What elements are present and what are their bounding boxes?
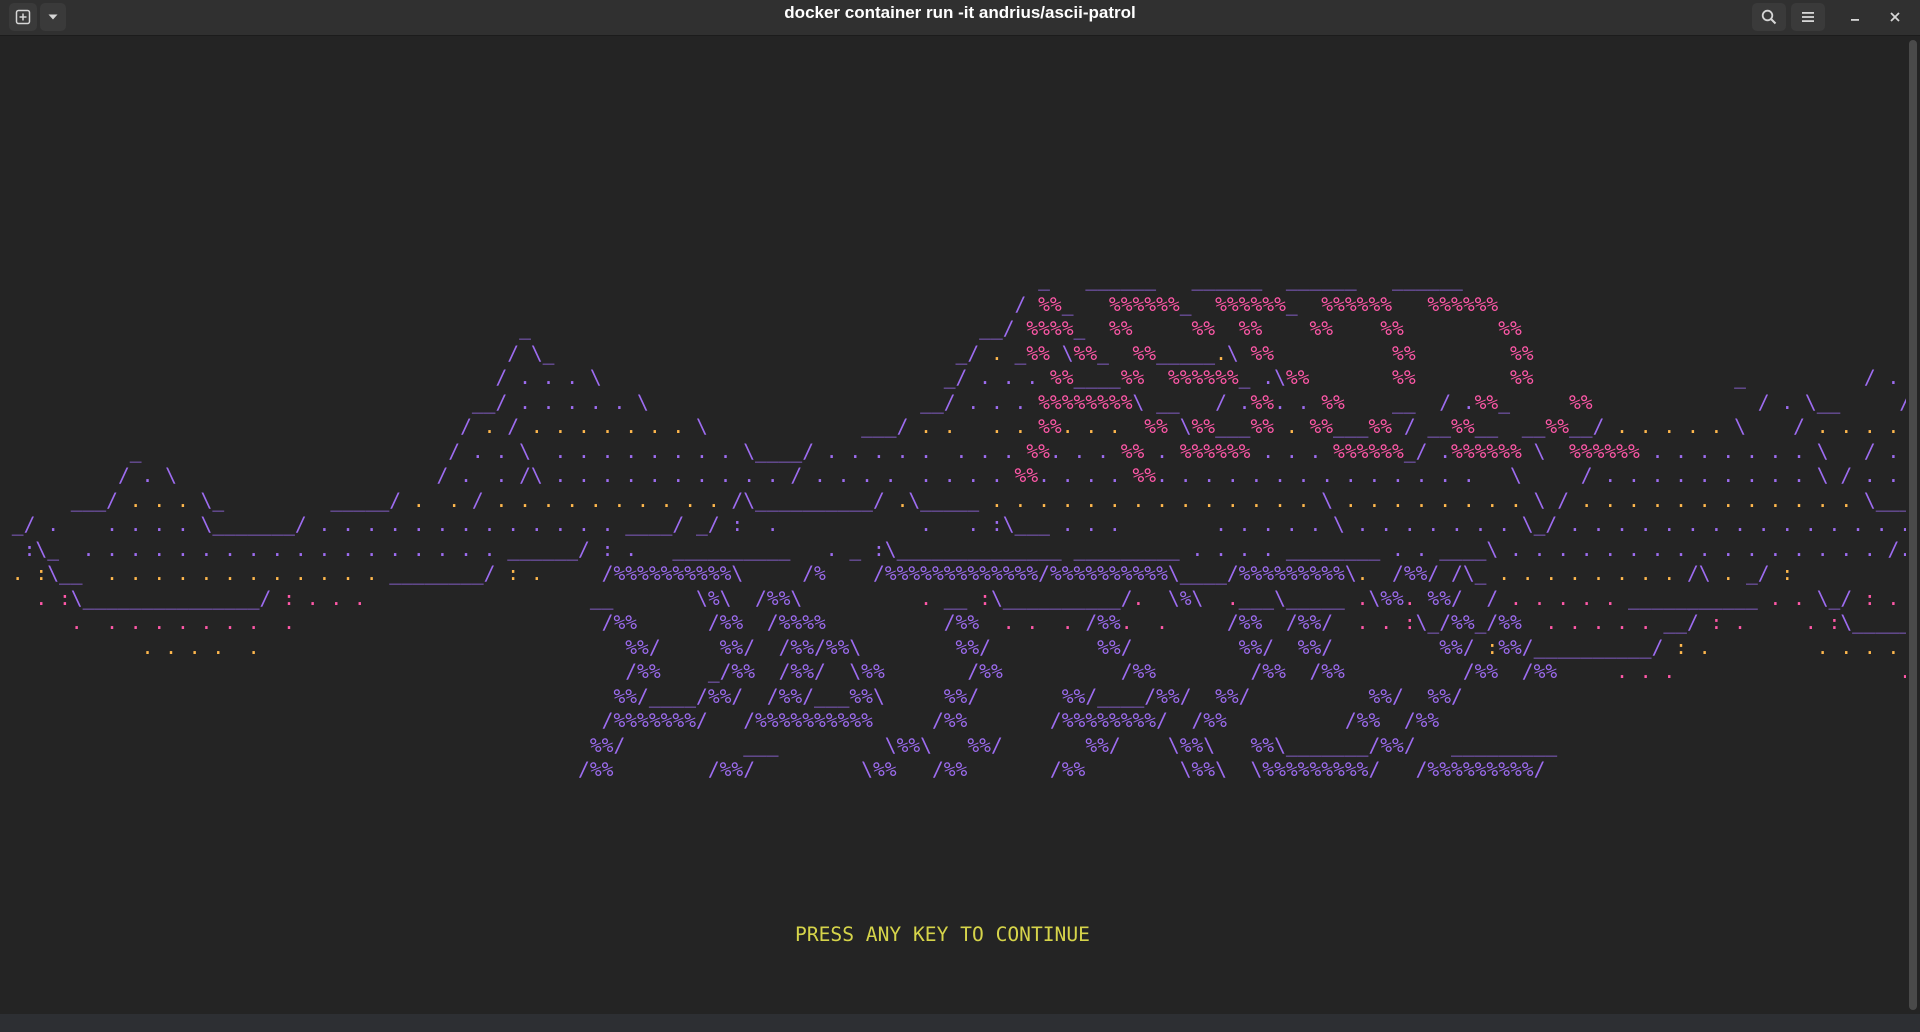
window-bottom-edge [0, 1014, 1920, 1032]
ascii-logo-line: /%% /%%/ \%% /%% /%% \%%\ \%%%%%%%%%/ /%… [578, 758, 1546, 781]
ascii-logo-line: %%/____/%%/ /%%/___%%\ %%/ %%/____/%%/ %… [613, 684, 1463, 708]
ascii-logo-line: / %%_ %%%%%%_ %%%%%%_ %%%%%% %%%%%% [1014, 292, 1499, 316]
minimize-icon [1848, 10, 1862, 24]
terminal-scrollbar[interactable] [1906, 36, 1920, 1014]
title-bar: docker container run -it andrius/ascii-p… [0, 0, 1920, 36]
ascii-logo-line: . . . . . %%/ %%/ /%%/%%\ %%/ %%/ %%/ %%… [141, 635, 1900, 659]
terminal-window: docker container run -it andrius/ascii-p… [0, 0, 1920, 1032]
new-tab-button[interactable] [9, 3, 37, 31]
ascii-logo-line: / . \ / . . /\ . . . . . . . . . . / . .… [117, 464, 1900, 487]
ascii-logo-line: . :\__ . . . . . . . . . . . . ________/… [11, 562, 1794, 585]
close-button[interactable] [1878, 3, 1912, 31]
plus-in-square-icon [15, 9, 31, 25]
ascii-logo-line: / . / . . . . . . . \ ___/ . . . . %%. .… [460, 415, 1900, 438]
ascii-logo-line: __/ . . . . . \ __/ . . . %%%%%%%%\ __ /… [471, 390, 1906, 414]
close-icon [1888, 10, 1902, 24]
press-any-key-prompt: PRESS ANY KEY TO CONTINUE [795, 923, 1090, 946]
search-icon [1761, 9, 1777, 25]
ascii-logo-line: . . . . . . . . . /%% /%% /%%%% /%% . . … [70, 611, 1906, 634]
window-title: docker container run -it andrius/ascii-p… [784, 3, 1136, 22]
ascii-logo-line: / . . . \ _/ . . . %%____%% %%%%%%_ .\%%… [495, 366, 1900, 389]
chevron-down-icon [47, 11, 59, 23]
ascii-logo-line: _ / . . \ . . . . . . . . \____/ . . . .… [129, 439, 1900, 463]
ascii-logo-line: / \_ _/ . _%% \%%_ %%_____.\ %% %% %% _ … [507, 341, 1534, 365]
ascii-logo-line: /%% _/%% /%%/ \%% /%% /%% /%% /%% /%% /%… [625, 660, 1906, 683]
ascii-logo-line: _/ . . . . . \_______/ . . . . . . . . .… [11, 513, 1906, 536]
ascii-logo-line: %%/ ___ \%%\ %%/ %%/ \%%\ %%\_______/%%/… [589, 733, 1558, 757]
scrollbar-thumb[interactable] [1909, 40, 1917, 1010]
hamburger-icon [1800, 9, 1816, 25]
main-menu-button[interactable] [1791, 3, 1825, 31]
ascii-logo-line: :\_ . . . . . . . . . . . . . . . . . . … [23, 537, 1906, 561]
ascii-logo-line: _ ______ ______ ______ ______ [1038, 268, 1463, 291]
terminal-output[interactable]: _ ______ ______ ______ ______ / %%_ %%%%… [0, 36, 1906, 1014]
search-button[interactable] [1752, 3, 1786, 31]
ascii-logo-line: ___/ . . . \_ _____/ . . / . . . . . . .… [70, 488, 1906, 512]
minimize-button[interactable] [1838, 3, 1872, 31]
ascii-logo-line: . :\_______________/ : . . . __ \%\ /%%\… [35, 586, 1900, 610]
ascii-logo-line: /%%%%%%%/ /%%%%%%%%%% /%% /%%%%%%%%/ /%%… [601, 709, 1440, 732]
ascii-patrol-logo: _ ______ ______ ______ ______ / %%_ %%%%… [0, 268, 1906, 783]
tab-menu-button[interactable] [40, 3, 66, 31]
ascii-logo-line: _ __/ %%%%_ %% %% %% %% %% %% [519, 317, 1522, 340]
